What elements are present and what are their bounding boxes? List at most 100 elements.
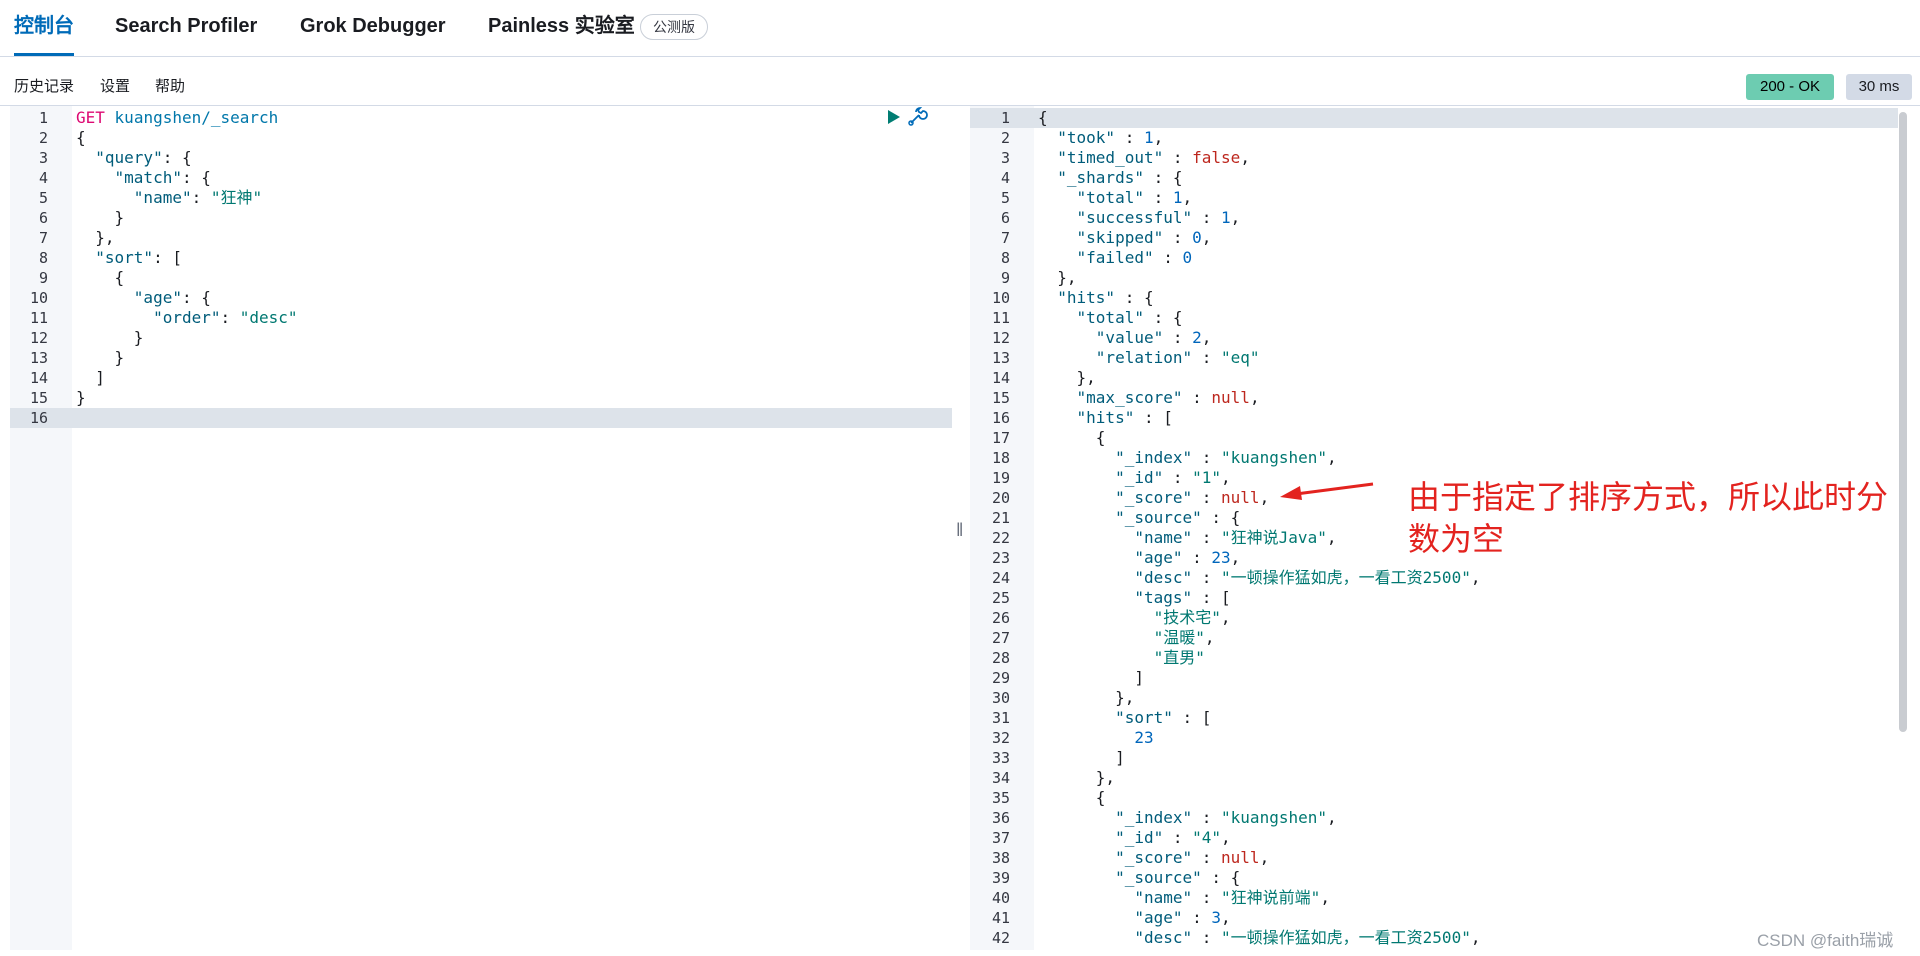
request-code-text: "age": {	[133, 288, 211, 307]
tab-painless-lab[interactable]: Painless 实验室	[488, 0, 635, 56]
request-time-badge: 30 ms	[1846, 74, 1912, 100]
line-number: 10	[29, 289, 48, 307]
response-code-text: "failed" : 0	[1076, 248, 1193, 267]
response-line: 9 },	[970, 268, 1898, 288]
request-line: 10 "age": {	[10, 288, 952, 308]
response-code-text: ]	[1038, 748, 1125, 767]
line-number: 19	[991, 469, 1010, 487]
line-number: 13	[991, 349, 1010, 367]
line-number: 39	[991, 869, 1010, 887]
line-number: 23	[991, 549, 1010, 567]
request-code-text: "sort": [	[95, 248, 182, 267]
response-line: 1{	[970, 108, 1898, 128]
request-code-text: {	[76, 268, 125, 287]
response-line: 2 "took" : 1,	[970, 128, 1898, 148]
settings-menu[interactable]: 设置	[100, 75, 130, 96]
response-code-text: "_source" : {	[1115, 508, 1241, 527]
response-code-text: },	[1038, 268, 1077, 287]
response-line: 6 "successful" : 1,	[970, 208, 1898, 228]
tab-search-profiler[interactable]: Search Profiler	[115, 0, 257, 56]
request-line: 1 GET kuangshen/_search	[10, 108, 952, 128]
request-code-text: "query": {	[95, 148, 192, 167]
line-number: 12	[29, 329, 48, 347]
response-code-text: "value" : 2,	[1095, 328, 1212, 347]
response-code-text: "_source" : {	[1115, 868, 1241, 887]
response-code-text: "successful" : 1,	[1076, 208, 1241, 227]
request-code-text: GET kuangshen/_search	[76, 108, 279, 127]
response-scrollbar[interactable]	[1899, 112, 1907, 732]
request-line: 15}	[10, 388, 952, 408]
response-code-text: "relation" : "eq"	[1095, 348, 1260, 367]
request-line: 13 }	[10, 348, 952, 368]
response-line: 8 "failed" : 0	[970, 248, 1898, 268]
response-code-text: "_index" : "kuangshen",	[1115, 808, 1337, 827]
line-number: 34	[991, 769, 1010, 787]
line-number: 2	[38, 129, 48, 147]
response-line: 13 "relation" : "eq"	[970, 348, 1898, 368]
panel-resize-handle[interactable]: ‖	[956, 520, 963, 541]
request-line: 16	[10, 408, 952, 428]
response-code-text: "took" : 1,	[1057, 128, 1164, 147]
response-line: 12 "value" : 2,	[970, 328, 1898, 348]
line-number: 7	[38, 229, 48, 247]
response-line: 26 "技术宅",	[970, 608, 1898, 628]
tab-grok-debugger[interactable]: Grok Debugger	[300, 0, 446, 56]
response-line: 30 },	[970, 688, 1898, 708]
response-line: 5 "total" : 1,	[970, 188, 1898, 208]
response-code-text: "age" : 3,	[1134, 908, 1231, 927]
request-line: 9 {	[10, 268, 952, 288]
top-tab-bar: 控制台 Search Profiler Grok Debugger Painle…	[0, 0, 1920, 57]
response-code-text: "tags" : [	[1134, 588, 1231, 607]
line-number: 30	[991, 689, 1010, 707]
response-line: 38 "_score" : null,	[970, 848, 1898, 868]
response-code-text: "skipped" : 0,	[1076, 228, 1212, 247]
line-number: 37	[991, 829, 1010, 847]
request-code-text: ]	[76, 368, 105, 387]
tab-console[interactable]: 控制台	[14, 0, 74, 56]
response-line: 36 "_index" : "kuangshen",	[970, 808, 1898, 828]
response-line: 32 23	[970, 728, 1898, 748]
response-code-text: {	[1038, 788, 1106, 807]
wrench-icon[interactable]	[906, 106, 928, 128]
line-number: 24	[991, 569, 1010, 587]
line-number: 15	[29, 389, 48, 407]
line-number: 5	[38, 189, 48, 207]
status-badge: 200 - OK	[1746, 74, 1834, 100]
request-line: 2{	[10, 128, 952, 148]
play-icon[interactable]	[884, 108, 902, 126]
response-line: 34 },	[970, 768, 1898, 788]
help-menu[interactable]: 帮助	[155, 75, 185, 96]
line-number: 20	[991, 489, 1010, 507]
line-number: 35	[991, 789, 1010, 807]
response-line: 39 "_source" : {	[970, 868, 1898, 888]
response-code-text: "_score" : null,	[1115, 488, 1270, 507]
request-code-text: "name": "狂神"	[133, 188, 263, 207]
line-number: 1	[1000, 109, 1010, 127]
line-number: 29	[991, 669, 1010, 687]
line-number: 18	[991, 449, 1010, 467]
line-number: 33	[991, 749, 1010, 767]
response-line: 25 "tags" : [	[970, 588, 1898, 608]
line-number: 4	[1000, 169, 1010, 187]
annotation-note: 由于指定了排序方式，所以此时分数为空	[1408, 479, 1889, 557]
annotation-arrow-icon	[1280, 482, 1374, 500]
response-code-text: "name" : "狂神说Java",	[1134, 528, 1337, 547]
response-code-text: {	[1038, 108, 1048, 127]
response-code-text: "_index" : "kuangshen",	[1115, 448, 1337, 467]
line-number: 2	[1000, 129, 1010, 147]
response-line: 40 "name" : "狂神说前端",	[970, 888, 1898, 908]
line-number: 5	[1000, 189, 1010, 207]
line-number: 3	[1000, 149, 1010, 167]
response-code-text: "total" : {	[1076, 308, 1183, 327]
response-line: 4 "_shards" : {	[970, 168, 1898, 188]
line-number: 17	[991, 429, 1010, 447]
response-code-text: "age" : 23,	[1134, 548, 1241, 567]
line-number: 38	[991, 849, 1010, 867]
history-menu[interactable]: 历史记录	[14, 75, 74, 96]
response-line: 24 "desc" : "一顿操作猛如虎，一看工资2500",	[970, 568, 1898, 588]
response-line: 31 "sort" : [	[970, 708, 1898, 728]
request-editor[interactable]: 1 GET kuangshen/_search 2{3 "query": {4 "m…	[10, 106, 952, 950]
request-code-text: {	[76, 128, 86, 147]
request-line: 4 "match": {	[10, 168, 952, 188]
request-line: 8 "sort": [	[10, 248, 952, 268]
